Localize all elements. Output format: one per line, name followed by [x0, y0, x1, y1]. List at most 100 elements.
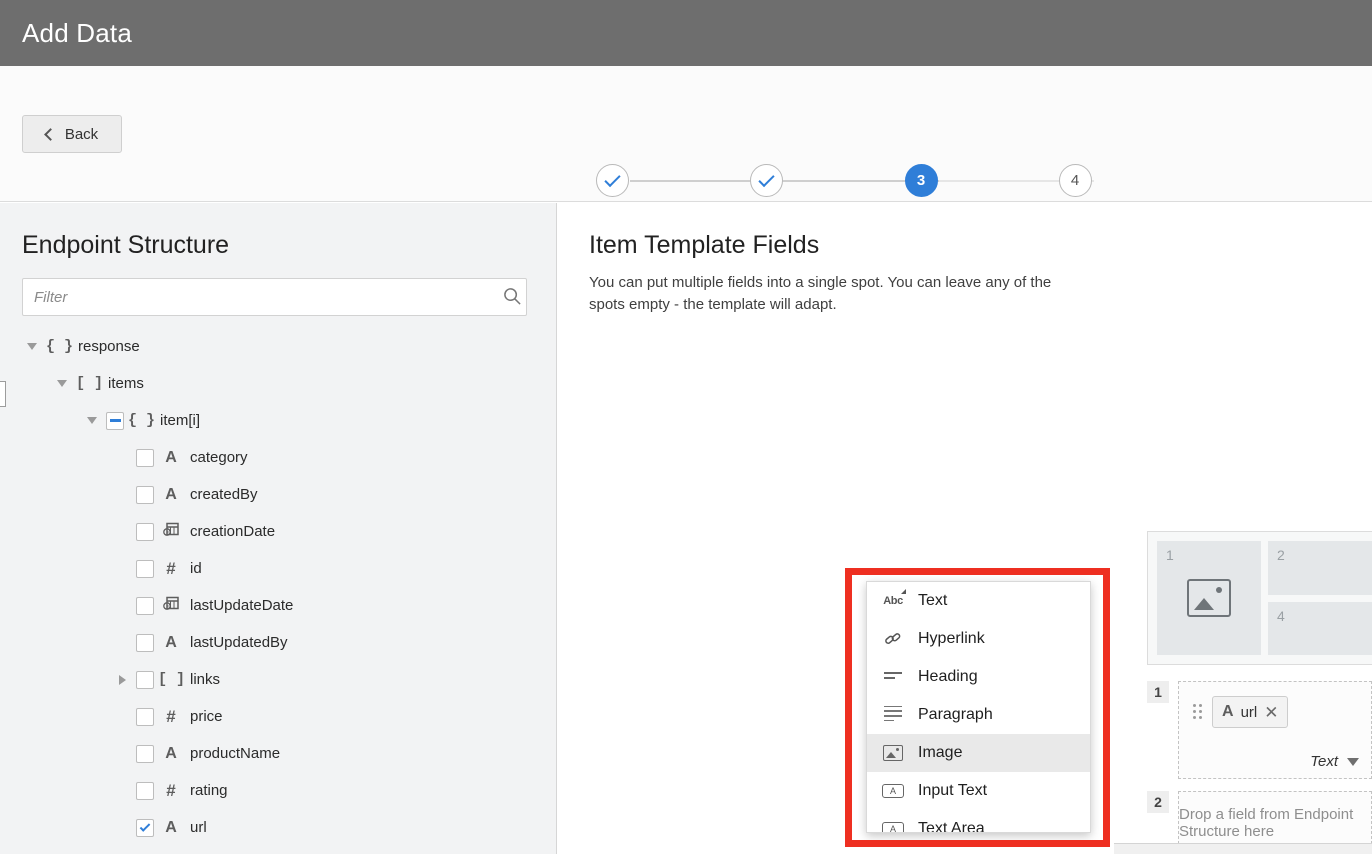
filter-container	[22, 278, 534, 316]
tree-checkbox-itemi[interactable]	[106, 411, 124, 430]
tree-node-createdBy[interactable]: AcreatedBy	[0, 476, 556, 513]
tree-node-category[interactable]: Acategory	[0, 439, 556, 476]
check-icon	[757, 170, 775, 187]
menu-item-heading[interactable]: Heading	[867, 658, 1090, 696]
tree-checkbox-id[interactable]	[136, 559, 154, 578]
back-button-label: Back	[64, 125, 99, 143]
tree-node-url[interactable]: Aurl	[0, 809, 556, 846]
braces-type-icon: { }	[128, 412, 156, 429]
menu-item-label: Heading	[918, 668, 978, 685]
twisty-expanded-icon[interactable]	[84, 417, 100, 424]
tree-node-links[interactable]: [ ] links	[0, 661, 556, 698]
tree-node-label: productName	[190, 745, 281, 762]
number-type-icon: #	[166, 706, 176, 726]
main-description: You can put multiple fields into a singl…	[589, 274, 1052, 313]
chevron-down-icon	[1347, 757, 1359, 766]
tree-checkbox-url[interactable]	[136, 818, 154, 837]
sidebar-scrollbar-thumb[interactable]	[0, 381, 6, 407]
braces-type-icon: { }	[46, 338, 74, 355]
close-icon[interactable]: ✕	[1264, 704, 1278, 721]
tree-checkbox-productName[interactable]	[136, 744, 154, 763]
tree-node-label: lastUpdateDate	[190, 597, 294, 614]
tree-checkbox-price[interactable]	[136, 707, 154, 726]
field-type-value: Text	[1310, 753, 1338, 770]
abc-icon-wrap: Abc	[881, 589, 906, 607]
step-4-circle: 4	[1058, 164, 1092, 197]
link-icon	[885, 633, 901, 644]
tree-node-creationDate[interactable]: creationDate	[0, 513, 556, 550]
tree-checkbox-lastUpdateDate[interactable]	[136, 596, 154, 615]
tree-node-id[interactable]: # id	[0, 550, 556, 587]
menu-item-text-area[interactable]: A Text Area	[867, 810, 1090, 833]
tree-node-itemi[interactable]: { } item[i]	[0, 402, 556, 439]
tree-node-rating[interactable]: # rating	[0, 772, 556, 809]
menu-item-label: Text Area	[918, 820, 985, 833]
drag-handle-icon[interactable]	[1193, 704, 1203, 720]
template-slot-2-number: 2	[1277, 547, 1285, 563]
menu-item-input-text[interactable]: A Input Text	[867, 772, 1090, 810]
twisty-expanded-icon[interactable]	[24, 343, 40, 350]
paragraph-icon	[884, 705, 902, 724]
menu-item-paragraph[interactable]: Paragraph	[867, 696, 1090, 734]
image-placeholder-icon	[1187, 579, 1231, 617]
tree-node-productName[interactable]: AproductName	[0, 735, 556, 772]
menu-item-text[interactable]: Abc Text	[867, 582, 1090, 620]
tree-node-price[interactable]: # price	[0, 698, 556, 735]
step-2-circle	[749, 164, 783, 197]
input-text-icon: A	[882, 784, 904, 798]
string-type-icon: A	[165, 744, 177, 762]
template-slot-1[interactable]: 1	[1157, 541, 1261, 655]
template-slot-2[interactable]: 2	[1268, 541, 1372, 595]
tree-node-label: category	[190, 449, 248, 466]
template-slot-4-number: 4	[1277, 607, 1285, 624]
tree-node-lastUpdatedBy[interactable]: AlastUpdatedBy	[0, 624, 556, 661]
paragraph-icon-wrap	[881, 705, 905, 724]
string-type-icon: A	[165, 485, 177, 503]
menu-item-label: Paragraph	[918, 706, 993, 723]
tree-checkbox-lastUpdatedBy[interactable]	[136, 633, 154, 652]
image-icon	[883, 745, 903, 761]
tree-node-lastUpdateDate[interactable]: lastUpdateDate	[0, 587, 556, 624]
horizontal-scrollbar[interactable]	[1114, 843, 1372, 854]
twisty-collapsed-icon[interactable]	[114, 674, 130, 685]
menu-item-hyperlink[interactable]: Hyperlink	[867, 620, 1090, 658]
input-text-icon-wrap: A	[881, 784, 905, 798]
template-slot-4[interactable]: 4	[1268, 601, 1372, 655]
tree-node-label: price	[190, 708, 223, 725]
tree-checkbox-createdBy[interactable]	[136, 485, 154, 504]
wizard-body: Endpoint Structure { }response[ ]items{ …	[0, 203, 1372, 854]
field-chip-url[interactable]: A url ✕	[1212, 696, 1289, 728]
string-type-icon: A	[1222, 703, 1234, 720]
number-type-icon: #	[166, 558, 176, 578]
menu-item-image[interactable]: Image	[867, 734, 1090, 772]
abc-icon: Abc	[883, 589, 906, 607]
field-type-menu[interactable]: Abc Text Hyperlink Heading Paragraph Image A In…	[866, 581, 1091, 833]
tree-checkbox-category[interactable]	[136, 448, 154, 467]
menu-item-label: Hyperlink	[918, 630, 985, 647]
tree-checkbox-creationDate[interactable]	[136, 522, 154, 541]
twisty-expanded-icon[interactable]	[54, 380, 70, 387]
search-icon	[504, 288, 521, 305]
template-slot-1-number: 1	[1166, 547, 1174, 563]
back-button[interactable]: Back	[22, 115, 122, 153]
field-row-2-number: 2	[1147, 791, 1169, 813]
field-type-dropdown-1[interactable]: Text	[1310, 753, 1359, 770]
tree-checkbox-links[interactable]	[136, 670, 154, 689]
tree-node-response[interactable]: { } response	[0, 328, 556, 365]
wizard-stepper: Locate Data Select Template 3 Bind Data …	[540, 90, 1160, 227]
tree-checkbox-rating[interactable]	[136, 781, 154, 800]
sidebar-title: Endpoint Structure	[22, 231, 230, 259]
main-title: Item Template Fields	[589, 231, 820, 259]
field-dropzone-1[interactable]: A url ✕ Text	[1178, 681, 1372, 779]
field-row-1: 1 A url ✕ Text	[1147, 681, 1372, 779]
tree-node-items[interactable]: [ ] items	[0, 365, 556, 402]
template-preview: 1 2 3 4 5	[1147, 531, 1372, 665]
string-type-icon: A	[165, 633, 177, 651]
filter-input[interactable]	[22, 278, 527, 316]
wizard-header: Back Locate Data Select Template 3 Bind	[0, 66, 1372, 227]
field-row-1-number: 1	[1147, 681, 1169, 703]
date-type-icon	[158, 595, 184, 616]
heading-icon	[884, 672, 902, 682]
endpoint-structure-panel: Endpoint Structure { }response[ ]items{ …	[0, 203, 557, 854]
chevron-left-icon	[43, 127, 57, 141]
